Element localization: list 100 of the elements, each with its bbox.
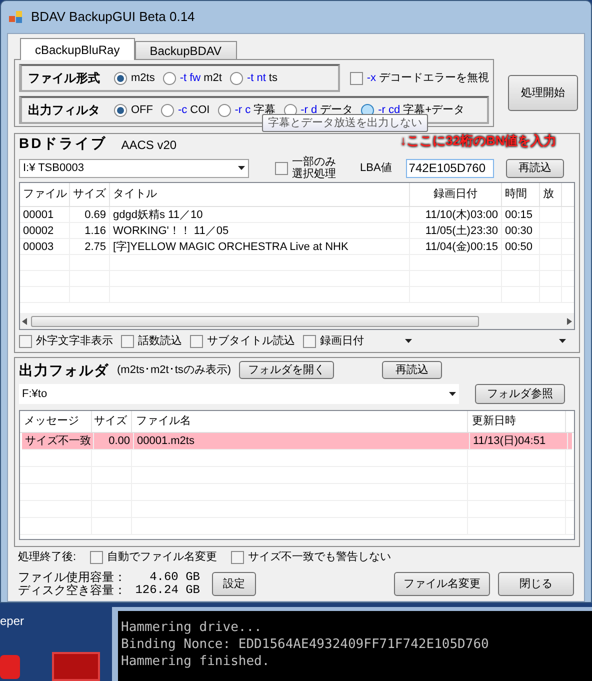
radio-button[interactable]	[114, 72, 127, 84]
tooltip: 字幕とデータ放送を出力しない	[262, 114, 428, 132]
checkbox[interactable]	[350, 72, 363, 84]
table-cell: 00002	[20, 223, 70, 238]
scrollbar-thumb[interactable]	[31, 316, 479, 326]
button[interactable]: 再読込	[506, 158, 564, 178]
checkbox-label: 録画日付	[320, 334, 364, 349]
table-cell: 11/13(日)04:51	[470, 433, 568, 449]
table-cell: WORKING'！！ 11／05	[110, 223, 410, 238]
radio-button[interactable]	[161, 104, 174, 116]
lba-input-field[interactable]: 742E105D760	[406, 158, 494, 178]
folder-dropdown[interactable]: F:¥to	[19, 384, 459, 404]
app-icon	[9, 10, 23, 24]
table-cell: 00:30	[502, 223, 540, 238]
column-header[interactable]: サイズ	[92, 411, 132, 432]
console-line: Binding Nonce: EDD1564AE4932409FF71F742E105D760	[121, 636, 490, 653]
checkbox[interactable]	[90, 550, 104, 564]
table-cell: 0.69	[70, 207, 110, 222]
column-header[interactable]: ファイル	[20, 183, 70, 206]
button[interactable]: 処理開始	[508, 75, 578, 111]
checkbox-label: 自動でファイル名変更	[107, 550, 218, 565]
usage-value: 4.60 GB	[148, 571, 200, 584]
checkbox[interactable]	[19, 334, 32, 348]
column-header[interactable]: タイトル	[110, 183, 410, 206]
checkbox-label: サイズ不一致でも警告しない	[248, 550, 392, 565]
scroll-left-icon[interactable]	[22, 318, 27, 324]
field-label: LBA値	[360, 160, 392, 176]
desktop-icon-label[interactable]: eper	[0, 612, 24, 630]
console-line: Hammering drive...	[121, 619, 263, 636]
console-line: Hammering finished.	[121, 653, 271, 670]
column-header[interactable]: 時間	[502, 183, 540, 206]
dropdown-caret-icon[interactable]	[449, 392, 456, 396]
group-label: ファイル形式	[28, 70, 100, 87]
usage-label: ファイル使用容量：	[18, 571, 126, 584]
section-title: 出力フォルダ	[19, 360, 109, 380]
button[interactable]: フォルダを開く	[239, 361, 334, 379]
column-header[interactable]: ファイル名	[132, 411, 468, 432]
option-label: -t nt ts	[246, 70, 278, 86]
table-cell: 11/05(土)23:30	[410, 223, 502, 238]
button[interactable]: 設定	[212, 572, 256, 596]
table-cell: gdgd妖精s 11／10	[110, 207, 410, 222]
table-cell: サイズ不一致	[22, 433, 94, 449]
option-label: -x デコードエラーを無視	[366, 70, 489, 86]
dropdown-caret-icon[interactable]	[238, 166, 245, 170]
desktop-app-icon[interactable]	[0, 655, 20, 679]
table-cell: 1.16	[70, 223, 110, 238]
version-label: AACS v20	[121, 137, 177, 154]
option-label: -r c 字幕	[234, 102, 276, 116]
button[interactable]: フォルダ参照	[475, 384, 565, 404]
checkbox-label: 外字文字非表示	[36, 334, 113, 349]
usage-value: 126.24 GB	[134, 584, 200, 597]
option-label: -c COI	[178, 102, 210, 118]
button[interactable]: 再読込	[382, 361, 442, 379]
table-cell: 11/10(木)03:00	[410, 207, 502, 222]
option-label: -r d データ	[300, 102, 354, 117]
option-label: OFF	[131, 102, 153, 118]
horizontal-scrollbar[interactable]	[20, 313, 574, 329]
checkbox[interactable]	[303, 334, 316, 348]
window-title: BDAV BackupGUI Beta 0.14	[31, 8, 195, 26]
checkbox-label: サブタイトル読込	[207, 334, 295, 349]
checkbox[interactable]	[190, 334, 203, 348]
drive-dropdown[interactable]: I:¥ TSB0003	[19, 158, 249, 178]
table-cell: 0.00	[94, 433, 134, 449]
dropdown-caret-icon[interactable]	[405, 339, 412, 343]
checkbox[interactable]	[275, 162, 288, 174]
table-cell: 2.75	[70, 239, 110, 254]
table-cell: 00001	[20, 207, 70, 222]
radio-button[interactable]	[114, 104, 127, 116]
note-text: (m2ts･m2t･tsのみ表示)	[117, 362, 232, 378]
file-row[interactable]: サイズ不一致 0.00 00001.m2ts 11/13(日)04:51	[22, 433, 572, 450]
checkbox[interactable]	[121, 334, 134, 348]
annotation-text: ↓ここに32桁のBN値を入力	[400, 133, 557, 148]
radio-button[interactable]	[162, 72, 176, 84]
column-header[interactable]: 録画日付	[410, 183, 502, 206]
button[interactable]: 閉じる	[498, 572, 574, 596]
radio-button[interactable]	[218, 104, 231, 116]
scroll-right-icon[interactable]	[567, 318, 572, 324]
section-title: BDドライブ	[19, 134, 108, 153]
option-label: -r cd 字幕+データ	[378, 102, 465, 117]
dropdown-caret-icon[interactable]	[559, 339, 566, 343]
option-label: m2ts	[131, 70, 155, 86]
radio-button[interactable]	[230, 72, 243, 84]
tab[interactable]: BackupBDAV	[134, 41, 237, 59]
table-cell: 00:50	[502, 239, 540, 254]
column-header[interactable]: メッセージ	[20, 411, 92, 432]
group-label: 出力フィルタ	[28, 102, 100, 119]
column-header[interactable]: サイズ	[70, 183, 110, 206]
checkbox[interactable]	[231, 550, 244, 564]
table-cell: 00:15	[502, 207, 540, 222]
column-header[interactable]: 更新日時	[468, 411, 566, 432]
tab[interactable]: cBackupBluRay	[20, 38, 135, 60]
dropdown-value: F:¥to	[22, 386, 48, 402]
usage-label: ディスク空き容量：	[18, 584, 126, 597]
button[interactable]: ファイル名変更	[394, 572, 490, 596]
table-cell: 11/04(金)00:15	[410, 239, 502, 254]
column-header[interactable]: 放	[540, 183, 562, 206]
table-cell: [字]YELLOW MAGIC ORCHESTRA Live at NHK	[110, 239, 410, 254]
checkbox-label: 一部のみ選択処理	[292, 156, 337, 180]
checkbox-label: 話数読込	[138, 334, 182, 349]
dropdown-value: I:¥ TSB0003	[23, 160, 84, 176]
